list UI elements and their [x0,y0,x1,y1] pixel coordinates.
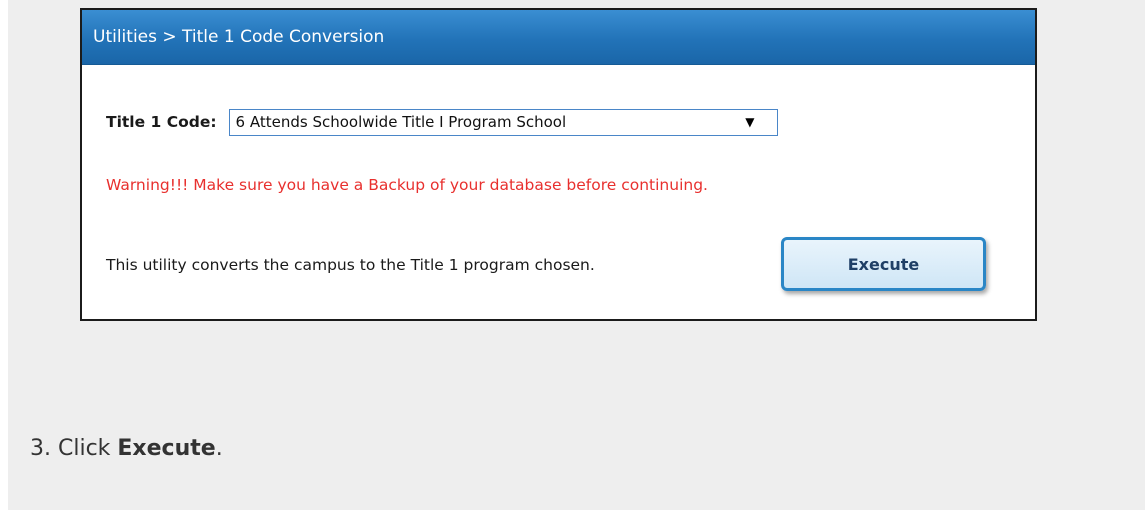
window-title: Utilities > Title 1 Code Conversion [82,10,1035,65]
title-code-selected-value: 6 Attends Schoolwide Title I Program Sch… [235,113,567,131]
utility-window: Utilities > Title 1 Code Conversion Titl… [80,8,1037,321]
instruction-step: 3. Click Execute. [30,436,223,461]
title-code-row: Title 1 Code: 6 Attends Schoolwide Title… [106,108,778,136]
document-area: Utilities > Title 1 Code Conversion Titl… [8,0,1145,510]
step-action: Execute [117,436,216,461]
step-suffix: . [215,436,223,461]
execute-button[interactable]: Execute [781,237,986,291]
utility-description: This utility converts the campus to the … [106,256,595,274]
step-prefix: 3. Click [30,436,118,461]
title-code-select[interactable]: 6 Attends Schoolwide Title I Program Sch… [228,108,778,136]
title-code-label: Title 1 Code: [106,113,217,131]
chevron-down-icon[interactable]: ▼ [745,115,754,129]
backup-warning: Warning!!! Make sure you have a Backup o… [106,176,708,194]
